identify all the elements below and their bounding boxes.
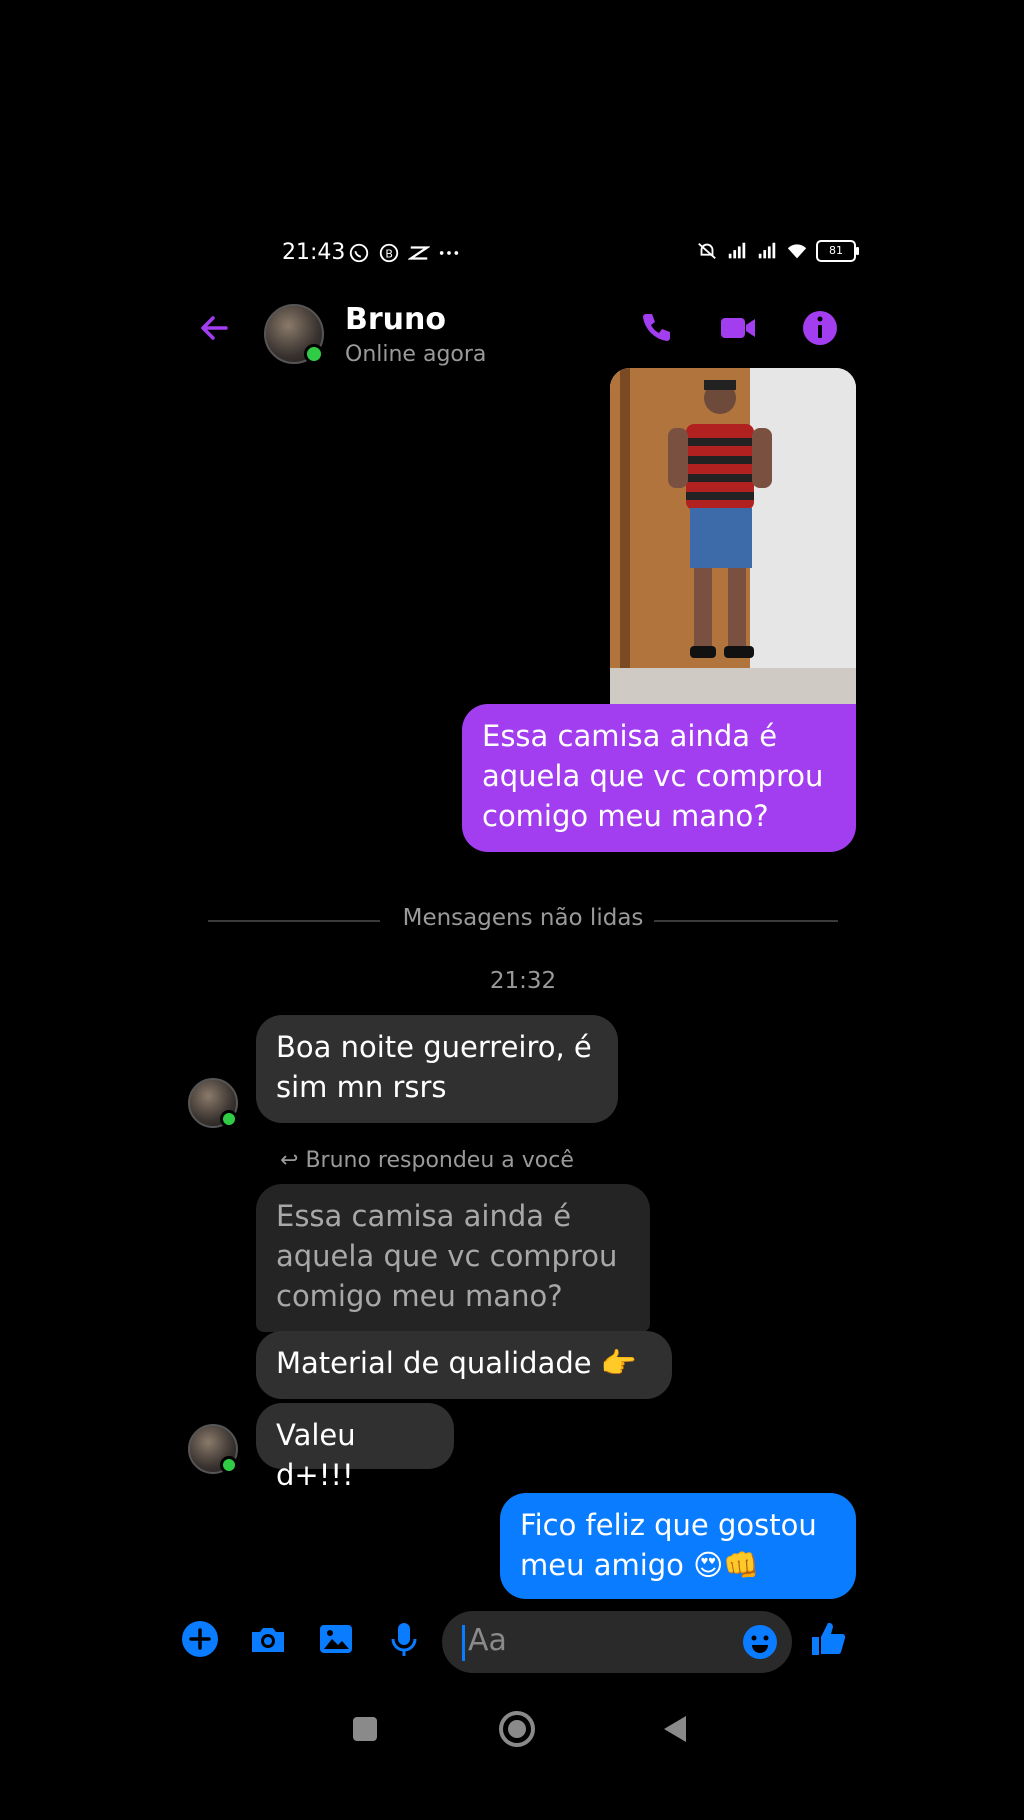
received-message[interactable]: Material de qualidade 👉	[256, 1331, 672, 1399]
back-triangle-icon[interactable]	[658, 1712, 690, 1746]
reply-note: ↩ Bruno respondeu a você	[280, 1148, 574, 1173]
home-circle-icon[interactable]	[498, 1710, 536, 1748]
more-dots-icon	[439, 251, 459, 255]
mute-bell-icon	[698, 242, 716, 260]
whatsapp-icon	[349, 243, 369, 263]
message-composer: Aa	[178, 1605, 868, 1675]
plus-icon[interactable]	[180, 1619, 220, 1659]
online-indicator	[220, 1110, 238, 1128]
thumbs-up-icon[interactable]	[808, 1619, 848, 1659]
received-message[interactable]: Boa noite guerreiro, é sim mn rsrs	[256, 1015, 618, 1123]
contact-name[interactable]: Bruno	[345, 302, 446, 337]
status-bar: 21:43 B 81	[178, 240, 868, 270]
online-indicator	[220, 1456, 238, 1474]
contact-avatar[interactable]	[264, 304, 324, 364]
back-arrow-icon[interactable]	[196, 310, 232, 346]
chat-header: Bruno Online agora	[178, 288, 868, 368]
microphone-icon[interactable]	[384, 1619, 424, 1659]
sent-photo[interactable]	[610, 368, 856, 718]
received-message[interactable]: Valeu d+!!!	[256, 1403, 454, 1492]
sent-message[interactable]: Fico feliz que gostou meu amigo 😍👊	[500, 1493, 856, 1599]
b-app-icon: B	[379, 243, 399, 263]
battery-icon: 81	[816, 240, 859, 262]
capcut-icon	[408, 246, 430, 260]
system-nav-bar	[178, 1710, 868, 1750]
contact-avatar-small[interactable]	[188, 1424, 238, 1474]
phone-call-icon[interactable]	[636, 308, 676, 348]
signal-icon	[728, 242, 746, 259]
text-cursor	[462, 1625, 465, 1661]
message-input[interactable]: Aa	[442, 1611, 792, 1673]
messenger-screen: 21:43 B 81 Bruno Online agora Essa camis…	[178, 200, 868, 1820]
photo-content	[610, 368, 856, 718]
contact-avatar-small[interactable]	[188, 1078, 238, 1128]
message-input-placeholder: Aa	[468, 1623, 507, 1658]
recents-square-icon[interactable]	[350, 1714, 380, 1744]
status-time: 21:43	[282, 240, 346, 265]
reply-arrow-icon: ↩	[280, 1148, 306, 1173]
gallery-icon[interactable]	[316, 1619, 356, 1659]
reply-note-text: Bruno respondeu a você	[305, 1148, 574, 1173]
presence-status: Online agora	[345, 342, 487, 367]
info-icon[interactable]	[800, 308, 840, 348]
wifi-icon	[787, 244, 807, 259]
video-call-icon[interactable]	[718, 308, 758, 348]
online-indicator	[304, 344, 324, 364]
signal-icon-2	[758, 242, 776, 259]
sent-message[interactable]: Essa camisa ainda é aquela que vc compro…	[462, 704, 856, 852]
svg-text:B: B	[385, 248, 393, 261]
quoted-message[interactable]: Essa camisa ainda é aquela que vc compro…	[256, 1184, 650, 1332]
unread-divider-label: Mensagens não lidas	[402, 905, 644, 931]
camera-icon[interactable]	[248, 1619, 288, 1659]
message-timestamp: 21:32	[489, 968, 557, 994]
emoji-icon[interactable]	[742, 1624, 778, 1660]
